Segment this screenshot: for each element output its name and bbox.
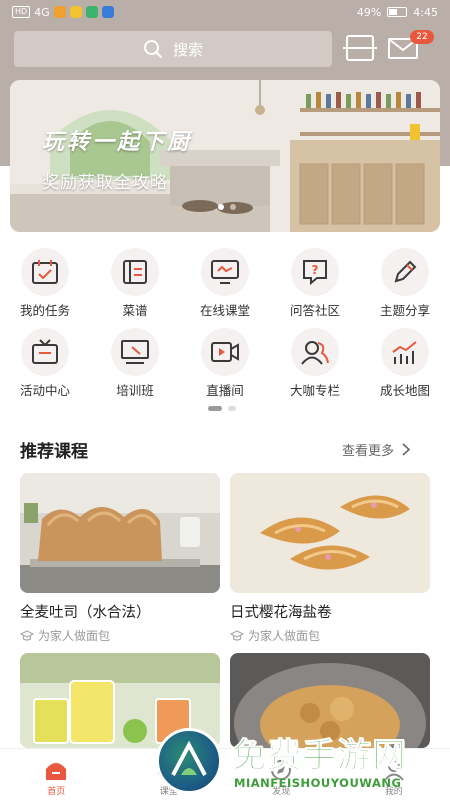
app-notification-icon — [53, 6, 66, 18]
course-name: 全麦吐司（水合法） — [20, 605, 151, 621]
watermark-logo-icon — [156, 728, 222, 794]
menu-label: 在线课堂 — [199, 303, 250, 318]
search-icon — [143, 40, 162, 58]
menu-label: 问答社区 — [289, 303, 340, 318]
menu-item-online-class[interactable]: 在线课堂 — [180, 244, 270, 324]
see-more-label: 查看更多 — [342, 444, 395, 459]
training-icon — [111, 328, 159, 376]
battery-icon — [387, 7, 408, 17]
course-subtitle-text: 为家人做面包 — [248, 629, 321, 643]
home-icon — [46, 763, 67, 780]
tab-label: 首页 — [47, 787, 66, 797]
expert-users-icon — [291, 328, 339, 376]
watermark-title: 免费手游网 — [232, 736, 407, 777]
menu-item-training[interactable]: 培训班 — [90, 324, 180, 404]
online-class-icon — [201, 248, 249, 296]
graduation-cap-icon — [20, 629, 34, 641]
tab-home[interactable]: 首页 — [0, 749, 113, 800]
search-placeholder: 搜索 — [172, 40, 203, 59]
tv-icon — [21, 328, 69, 376]
banner-dot-active[interactable] — [218, 204, 224, 210]
menu-label: 我的任务 — [19, 303, 70, 318]
site-watermark: 免费手游网 MIANFEISHOUYOUWANG — [150, 726, 450, 800]
header: 搜索 — [0, 24, 450, 76]
section-title: 推荐课程 — [20, 442, 88, 462]
menu-item-topic-share[interactable]: 主题分享 — [360, 244, 450, 324]
graduation-cap-icon — [230, 629, 244, 641]
course-card-sakura-salt-roll[interactable]: 日式樱花海盐卷 为家人做面包 — [230, 473, 430, 644]
banner-dot[interactable] — [230, 204, 236, 210]
pencil-icon — [381, 248, 429, 296]
watermark-url: MIANFEISHOUYOUWANG — [234, 776, 402, 790]
clock: 4:45 — [413, 5, 438, 19]
chevron-right-icon — [402, 443, 411, 456]
menu-item-activity-center[interactable]: 活动中心 — [0, 324, 90, 404]
growth-chart-icon — [381, 328, 429, 376]
app-notification-icon — [85, 6, 98, 18]
course-subtitle-text: 为家人做面包 — [38, 629, 111, 643]
course-subtitle: 为家人做面包 — [230, 627, 430, 644]
menu-pagination — [208, 406, 236, 411]
course-card-whole-wheat-toast[interactable]: 全麦吐司（水合法） 为家人做面包 — [20, 473, 220, 644]
mail-badge: 22 — [410, 30, 434, 44]
status-right: 49% 4:45 — [357, 6, 438, 19]
see-more-link[interactable]: 查看更多 — [342, 440, 411, 459]
status-left: HD 4G — [12, 6, 114, 19]
banner-subtitle: 奖励获取全攻略 — [42, 173, 168, 193]
signal-indicator: 4G — [34, 5, 50, 19]
menu-item-my-tasks[interactable]: 我的任务 — [0, 244, 90, 324]
qa-icon: ? — [291, 248, 339, 296]
course-name: 日式樱花海盐卷 — [230, 605, 332, 621]
banner-title: 玩转一起下厨 — [42, 130, 193, 155]
scan-icon[interactable] — [343, 35, 377, 61]
menu-item-expert-column[interactable]: 大咖专栏 — [270, 324, 360, 404]
banner[interactable]: 玩转一起下厨 奖励获取全攻略 — [10, 80, 440, 232]
app-notification-icon — [101, 6, 114, 18]
network-indicator: HD — [12, 6, 31, 18]
menu-label: 活动中心 — [19, 383, 70, 398]
menu-item-growth-map[interactable]: 成长地图 — [360, 324, 450, 404]
menu-label: 主题分享 — [379, 303, 430, 318]
menu-label: 成长地图 — [379, 383, 430, 398]
menu-label: 直播间 — [206, 383, 244, 398]
battery-percent: 49% — [356, 5, 382, 19]
menu-page-dot[interactable] — [228, 406, 236, 411]
course-thumbnail — [20, 473, 220, 593]
banner-pagination — [218, 204, 236, 210]
menu-item-qa[interactable]: ? 问答社区 — [270, 244, 360, 324]
app-notification-icon — [69, 6, 82, 18]
search-input[interactable]: 搜索 — [14, 31, 332, 67]
task-calendar-icon — [21, 248, 69, 296]
course-thumbnail — [230, 473, 430, 593]
feature-menu: 我的任务 菜谱 在线课堂 ? 问答社区 主题分享 活动中心 培训班 直播间 大咖… — [0, 244, 450, 404]
menu-item-recipes[interactable]: 菜谱 — [90, 244, 180, 324]
menu-label: 培训班 — [116, 383, 154, 398]
menu-label: 大咖专栏 — [289, 383, 340, 398]
menu-item-live-room[interactable]: 直播间 — [180, 324, 270, 404]
svg-text:?: ? — [312, 263, 319, 277]
live-video-icon — [201, 328, 249, 376]
menu-page-dot-active[interactable] — [208, 406, 222, 411]
course-subtitle: 为家人做面包 — [20, 627, 220, 644]
recipe-book-icon — [111, 248, 159, 296]
menu-label: 菜谱 — [122, 303, 148, 318]
status-bar: HD 4G 49% 4:45 — [0, 0, 450, 24]
